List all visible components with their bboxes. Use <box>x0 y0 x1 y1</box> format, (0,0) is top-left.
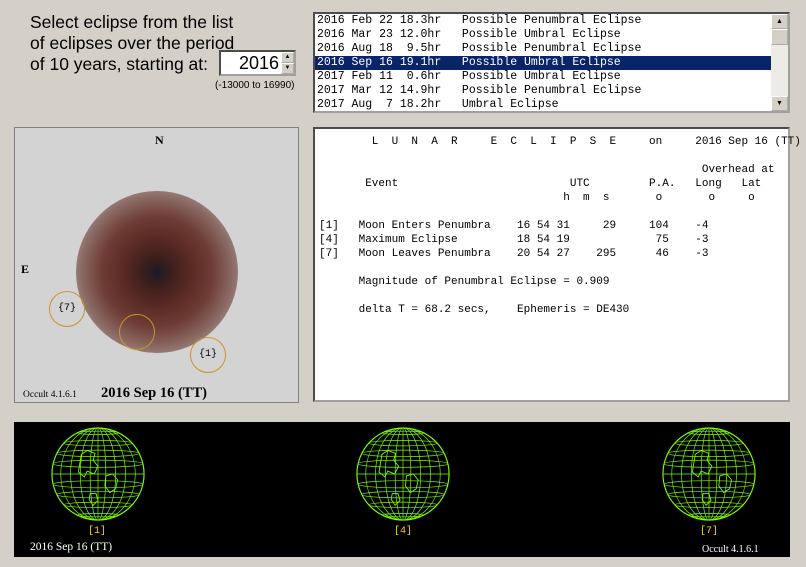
triangle-up-icon: ▲ <box>284 54 291 60</box>
globe-date: 2016 Sep 16 (TT) <box>30 541 113 553</box>
globe-label-4: [4] <box>393 526 412 537</box>
start-year-spinner[interactable]: 2016 ▲ ▼ <box>219 50 296 76</box>
eclipse-list-item[interactable]: 2016 Aug 18 9.5hr Possible Penumbral Ecl… <box>315 42 771 56</box>
triangle-down-icon: ▼ <box>284 65 291 71</box>
prompt-line-1: Select eclipse from the list <box>30 12 234 32</box>
moon-position-4 <box>119 314 155 350</box>
spin-up-button[interactable]: ▲ <box>281 52 294 63</box>
eclipse-report: L U N A R E C L I P S E on 2016 Sep 16 (… <box>313 127 801 402</box>
scroll-thumb[interactable] <box>771 29 788 45</box>
globe-contact-1 <box>51 427 145 521</box>
eclipse-list-item[interactable]: 2017 Mar 12 14.9hr Possible Penumbral Ec… <box>315 84 771 98</box>
north-label: N <box>155 133 164 147</box>
prompt-line-2: of eclipses over the period <box>30 33 235 53</box>
eclipse-list-scrollbar[interactable]: ▲ ▼ <box>771 14 788 111</box>
globe-contact-4 <box>356 427 450 521</box>
earth-shadow <box>76 191 238 353</box>
report-text: L U N A R E C L I P S E on 2016 Sep 16 (… <box>319 136 801 316</box>
contact-label-1: {1} <box>198 349 217 360</box>
triangle-up-icon: ▲ <box>776 18 783 25</box>
eclipse-list-item[interactable]: 2017 Aug 7 18.2hr Umbral Eclipse <box>315 98 771 111</box>
eclipse-list-item[interactable]: 2016 Sep 16 19.1hr Possible Umbral Eclip… <box>315 56 771 70</box>
prompt-line-3: of 10 years, starting at: <box>30 54 209 74</box>
globe-panel: [1] [4] [7] 2016 Sep 16 (TT) Occult 4.1.… <box>14 422 790 557</box>
globe-label-7: [7] <box>699 526 718 537</box>
spin-down-button[interactable]: ▼ <box>281 63 294 74</box>
eclipse-list-item[interactable]: 2017 Feb 11 0.6hr Possible Umbral Eclips… <box>315 70 771 84</box>
moon-position-7: {7} <box>49 291 85 327</box>
globe-version-label: Occult 4.1.6.1 <box>702 544 759 555</box>
globe-contact-7 <box>662 427 756 521</box>
scroll-up-button[interactable]: ▲ <box>771 14 788 29</box>
east-label: E <box>21 262 30 276</box>
diagram-date: 2016 Sep 16 (TT) <box>101 385 207 401</box>
eclipse-list-item[interactable]: 2016 Mar 23 12.0hr Possible Umbral Eclip… <box>315 28 771 42</box>
start-year-input[interactable]: 2016 <box>223 53 281 73</box>
globe-label-1: [1] <box>87 526 106 537</box>
moon-position-1: {1} <box>190 337 226 373</box>
scroll-down-button[interactable]: ▼ <box>771 96 788 111</box>
contact-label-7: {7} <box>57 303 76 314</box>
eclipse-diagram: N E {7} {1} Occult 4.1.6.1 2016 Sep 16 (… <box>14 127 299 403</box>
version-label: Occult 4.1.6.1 <box>23 390 77 400</box>
eclipse-list-item[interactable]: 2016 Feb 22 18.3hr Possible Penumbral Ec… <box>315 14 771 28</box>
year-range-note: (-13000 to 16990) <box>215 80 295 91</box>
triangle-down-icon: ▼ <box>776 100 783 107</box>
eclipse-list[interactable]: 2016 Feb 22 18.3hr Possible Penumbral Ec… <box>313 12 790 113</box>
